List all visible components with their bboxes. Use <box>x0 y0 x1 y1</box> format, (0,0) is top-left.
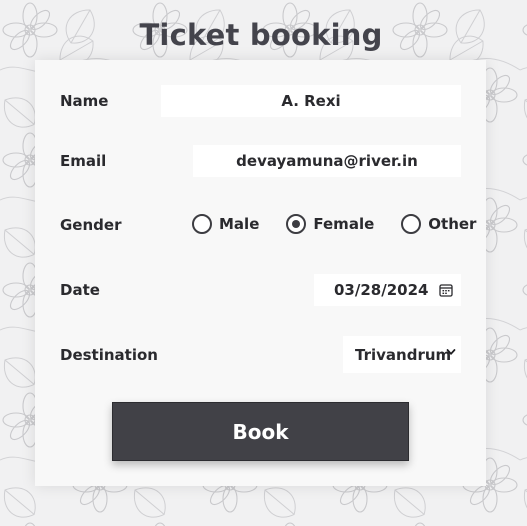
email-field-value: devayamuna@river.in <box>236 152 418 170</box>
destination-label: Destination <box>60 346 158 364</box>
calendar-icon[interactable] <box>439 283 453 297</box>
page-title: Ticket booking <box>139 18 383 52</box>
name-field-value: A. Rexi <box>281 92 341 110</box>
date-field[interactable]: 03/28/2024 <box>314 274 461 306</box>
gender-option-label: Other <box>428 215 477 233</box>
book-button-label: Book <box>232 419 289 444</box>
gender-label: Gender <box>60 216 122 234</box>
gender-option-label: Male <box>219 215 260 233</box>
email-field[interactable]: devayamuna@river.in <box>193 145 461 177</box>
email-label: Email <box>60 152 107 170</box>
radio-button-other[interactable] <box>401 214 422 234</box>
radio-button-female[interactable] <box>286 214 307 234</box>
radio-button-male[interactable] <box>192 214 212 234</box>
radio-selected-dot <box>292 220 301 228</box>
destination-select-value: Trivandrum <box>355 345 452 364</box>
gender-option-female[interactable]: Female <box>286 214 374 234</box>
date-label: Date <box>60 281 100 299</box>
booking-form-card: Name A. Rexi Email devayamuna@river.in G… <box>35 60 486 486</box>
date-field-value: 03/28/2024 <box>334 281 429 299</box>
gender-option-other[interactable]: Other <box>401 214 476 234</box>
name-field[interactable]: A. Rexi <box>161 85 461 117</box>
name-label: Name <box>60 92 109 110</box>
chevron-down-icon[interactable] <box>446 348 456 356</box>
gender-radio-group: Male Female Other <box>192 214 476 234</box>
destination-select[interactable]: Trivandrum <box>343 336 461 373</box>
book-button[interactable]: Book <box>112 402 409 461</box>
gender-option-male[interactable]: Male <box>192 214 259 234</box>
gender-option-label: Female <box>313 215 375 233</box>
